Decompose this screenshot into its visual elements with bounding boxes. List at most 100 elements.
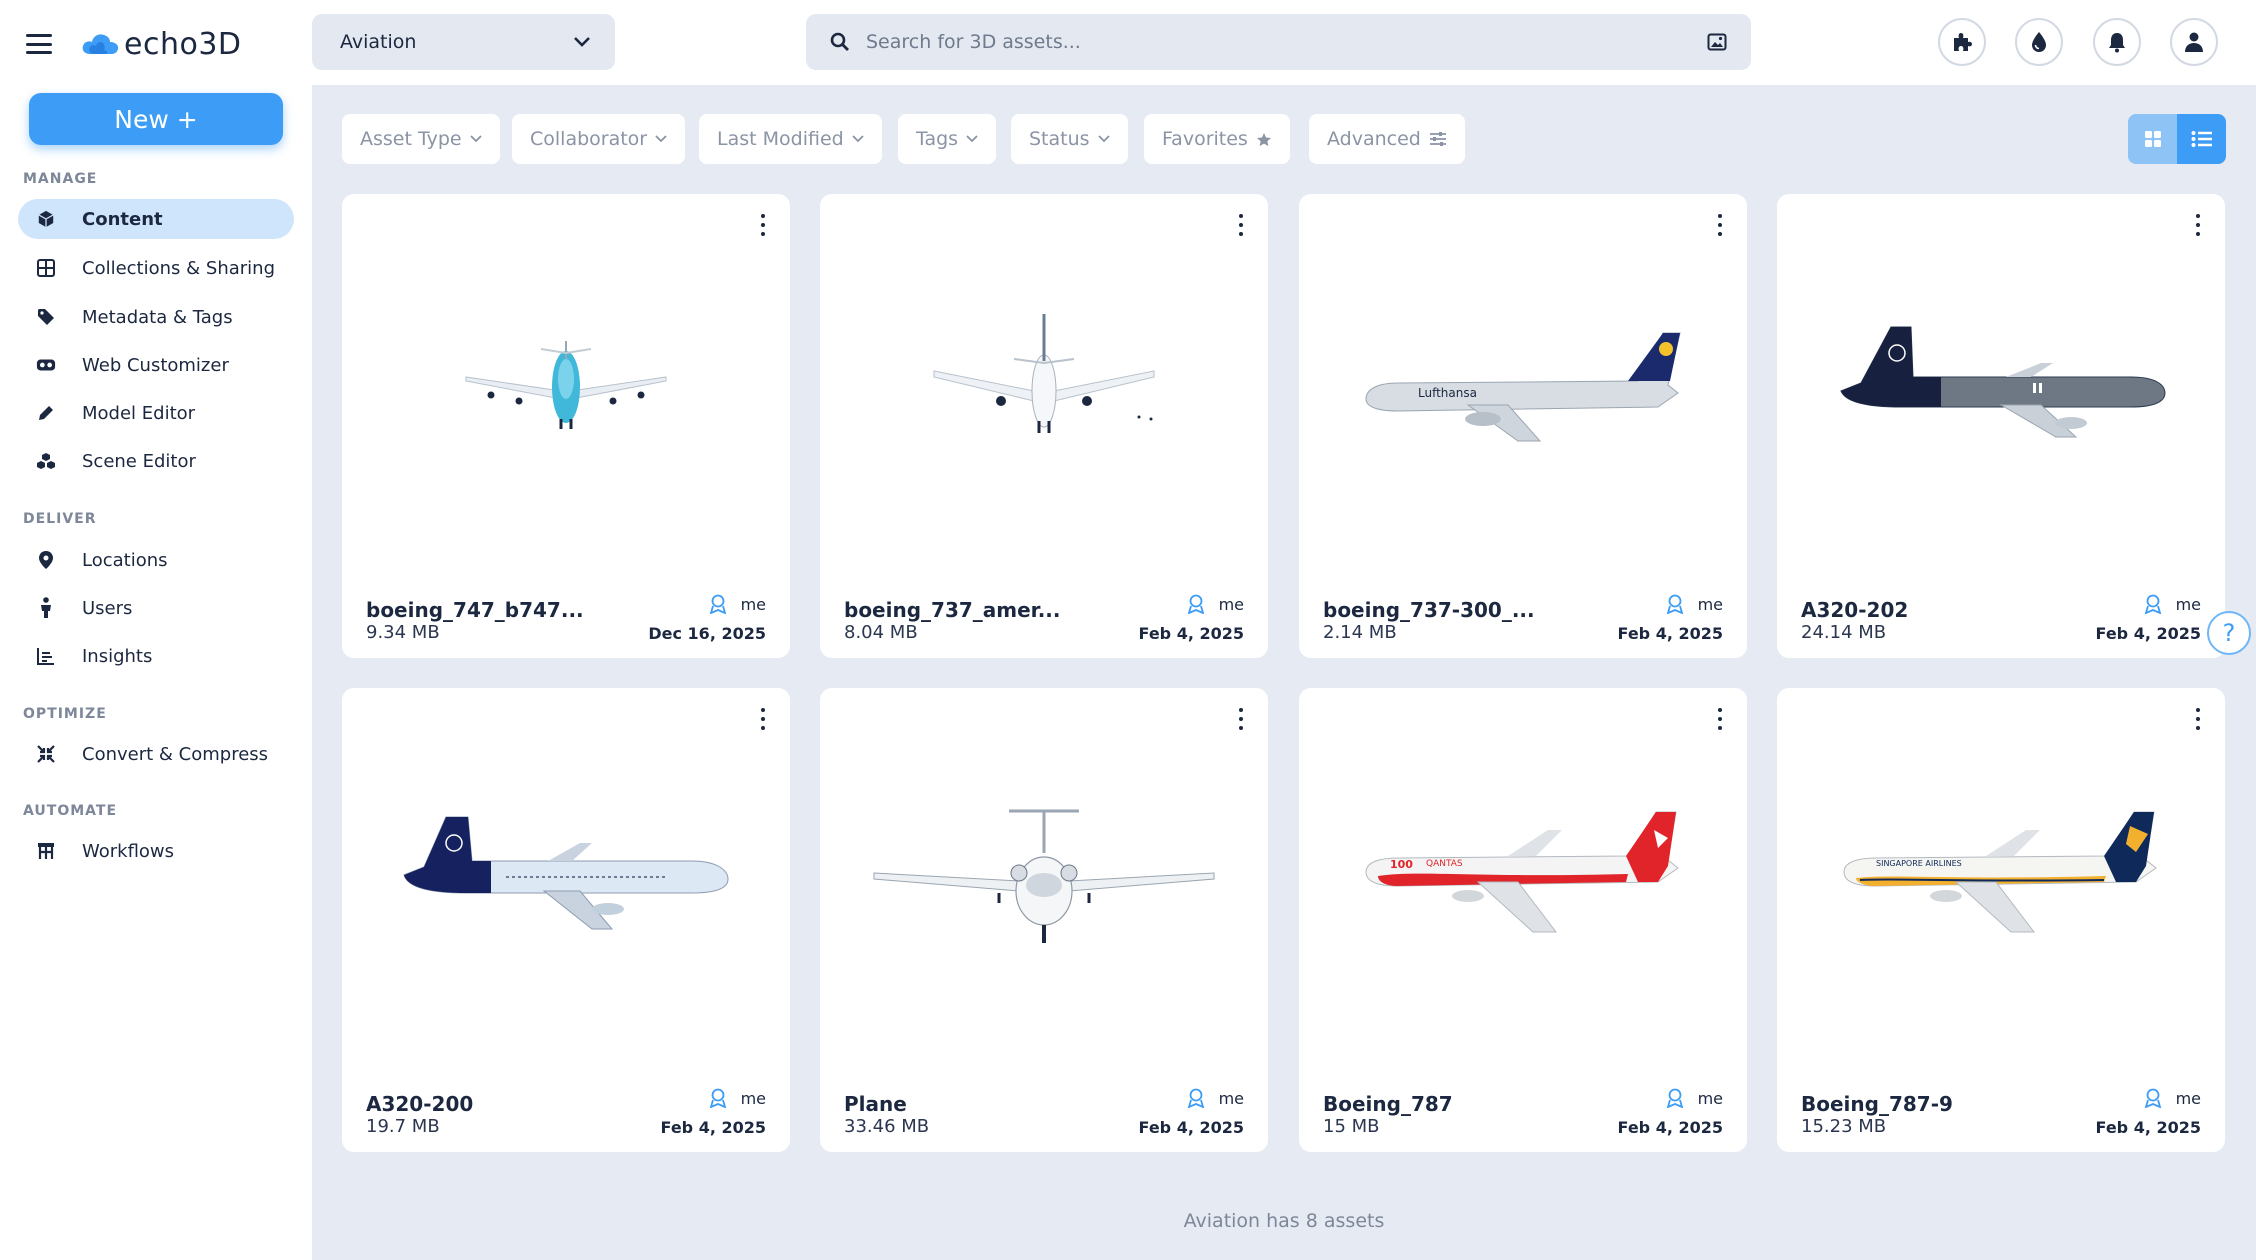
map-pin-icon bbox=[36, 550, 56, 570]
cube-icon bbox=[36, 209, 56, 229]
list-view-icon bbox=[2191, 131, 2212, 147]
asset-owner: me bbox=[1666, 1088, 1723, 1108]
asset-card[interactable]: boeing_737_amer... 8.04 MB me Feb 4, 202… bbox=[820, 194, 1268, 658]
image-search-icon[interactable] bbox=[1707, 33, 1727, 51]
view-toggle bbox=[2128, 114, 2226, 164]
airplane-side-view-icon: SINGAPORE AIRLINES bbox=[1843, 811, 2157, 933]
profile-button[interactable] bbox=[2170, 18, 2218, 66]
owner-icon bbox=[709, 594, 726, 614]
filter-favorites[interactable]: Favorites bbox=[1144, 114, 1290, 164]
asset-card[interactable]: SINGAPORE AIRLINES Boeing_787-9 15.23 MB… bbox=[1777, 688, 2225, 1152]
filter-advanced[interactable]: Advanced bbox=[1309, 114, 1465, 164]
plugins-button[interactable] bbox=[1938, 18, 1986, 66]
asset-card[interactable]: Lufthansa boeing_737-300_... 2.14 MB me … bbox=[1299, 194, 1747, 658]
asset-card[interactable]: 100 QANTAS Boeing_787 15 MB me Feb 4, 20… bbox=[1299, 688, 1747, 1152]
owner-icon bbox=[2144, 1088, 2161, 1108]
asset-card[interactable]: A320-202 24.14 MB me Feb 4, 2025 bbox=[1777, 194, 2225, 658]
asset-count-text: Aviation has 8 assets bbox=[1183, 1210, 1385, 1232]
sidebar-item-content[interactable]: Content bbox=[18, 199, 294, 239]
filter-tags[interactable]: Tags bbox=[898, 114, 997, 164]
sidebar-item-label: Metadata & Tags bbox=[82, 306, 233, 328]
filter-asset-type[interactable]: Asset Type bbox=[342, 114, 500, 164]
section-label-manage: MANAGE bbox=[23, 171, 98, 187]
sidebar-item-collections[interactable]: Collections & Sharing bbox=[18, 248, 294, 288]
section-label-deliver: DELIVER bbox=[23, 511, 97, 527]
asset-thumbnail bbox=[1801, 264, 2201, 504]
airplane-side-view-icon bbox=[1840, 326, 2166, 438]
airplane-side-view-icon: Lufthansa bbox=[1365, 332, 1681, 442]
asset-card[interactable]: boeing_747_b747... 9.34 MB me Dec 16, 20… bbox=[342, 194, 790, 658]
more-options-icon[interactable] bbox=[2193, 214, 2203, 236]
chevron-down-icon bbox=[655, 135, 667, 143]
asset-size: 9.34 MB bbox=[366, 622, 440, 643]
filter-collaborator[interactable]: Collaborator bbox=[512, 114, 686, 164]
asset-name: Boeing_787-9 bbox=[1801, 1092, 1953, 1116]
asset-owner: me bbox=[1666, 594, 1723, 614]
sidebar-item-web-customizer[interactable]: Web Customizer bbox=[18, 345, 294, 385]
more-options-icon[interactable] bbox=[1236, 214, 1246, 236]
grid-view-icon bbox=[2144, 131, 2161, 147]
sidebar-item-convert-compress[interactable]: Convert & Compress bbox=[18, 734, 294, 774]
sidebar-item-label: Locations bbox=[82, 549, 168, 571]
asset-name: boeing_747_b747... bbox=[366, 598, 584, 622]
puzzle-icon bbox=[1954, 33, 1972, 51]
more-options-icon[interactable] bbox=[2193, 708, 2203, 730]
filter-status[interactable]: Status bbox=[1011, 114, 1128, 164]
notifications-button[interactable] bbox=[2093, 18, 2141, 66]
asset-size: 24.14 MB bbox=[1801, 622, 1887, 643]
search-icon bbox=[830, 32, 849, 51]
list-view-button[interactable] bbox=[2177, 114, 2226, 164]
svg-text:100: 100 bbox=[1390, 858, 1413, 871]
sidebar-item-metadata[interactable]: Metadata & Tags bbox=[18, 297, 294, 337]
chevron-down-icon bbox=[574, 37, 590, 47]
sidebar-item-workflows[interactable]: Workflows bbox=[18, 831, 294, 871]
owner-name: me bbox=[2175, 594, 2201, 614]
new-button[interactable]: New + bbox=[29, 93, 283, 145]
logo[interactable]: echo3D bbox=[80, 27, 242, 62]
asset-card[interactable]: Plane 33.46 MB me Feb 4, 2025 bbox=[820, 688, 1268, 1152]
sidebar-item-insights[interactable]: Insights bbox=[18, 636, 294, 676]
more-options-icon[interactable] bbox=[1715, 708, 1725, 730]
owner-icon bbox=[1666, 1088, 1683, 1108]
owner-name: me bbox=[1697, 594, 1723, 614]
sidebar-item-label: Model Editor bbox=[82, 402, 196, 424]
asset-size: 19.7 MB bbox=[366, 1116, 440, 1137]
asset-name: A320-200 bbox=[366, 1092, 474, 1116]
sidebar-item-scene-editor[interactable]: Scene Editor bbox=[18, 441, 294, 481]
search-input[interactable]: Search for 3D assets... bbox=[866, 31, 1707, 53]
airplane-side-view-icon bbox=[403, 816, 729, 930]
asset-date: Dec 16, 2025 bbox=[648, 624, 766, 643]
more-options-icon[interactable] bbox=[1236, 708, 1246, 730]
more-options-icon[interactable] bbox=[1715, 214, 1725, 236]
chevron-down-icon bbox=[852, 135, 864, 143]
menu-icon[interactable] bbox=[26, 34, 52, 54]
sidebar-item-users[interactable]: Users bbox=[18, 588, 294, 628]
owner-icon bbox=[1666, 594, 1683, 614]
asset-card[interactable]: A320-200 19.7 MB me Feb 4, 2025 bbox=[342, 688, 790, 1152]
help-button[interactable]: ? bbox=[2207, 611, 2251, 655]
asset-name: A320-202 bbox=[1801, 598, 1909, 622]
sidebar-item-locations[interactable]: Locations bbox=[18, 540, 294, 580]
more-options-icon[interactable] bbox=[758, 708, 768, 730]
grid-view-button[interactable] bbox=[2128, 114, 2177, 164]
more-options-icon[interactable] bbox=[758, 214, 768, 236]
tag-icon bbox=[36, 307, 56, 327]
owner-name: me bbox=[740, 594, 766, 614]
airplane-front-view-icon bbox=[873, 809, 1215, 943]
asset-owner: me bbox=[709, 1088, 766, 1108]
filter-last-modified[interactable]: Last Modified bbox=[699, 114, 882, 164]
brand-bar: echo3D bbox=[26, 24, 242, 64]
asset-name: Boeing_787 bbox=[1323, 1092, 1453, 1116]
bell-icon bbox=[2109, 33, 2125, 53]
owner-icon bbox=[709, 1088, 726, 1108]
sidebar-item-model-editor[interactable]: Model Editor bbox=[18, 393, 294, 433]
sidebar-item-label: Scene Editor bbox=[82, 450, 196, 472]
workflow-icon bbox=[36, 841, 56, 861]
theme-button[interactable] bbox=[2015, 18, 2063, 66]
chevron-down-icon bbox=[469, 135, 482, 143]
collection-select[interactable]: Aviation bbox=[312, 14, 615, 70]
search-bar[interactable]: Search for 3D assets... bbox=[806, 14, 1751, 70]
asset-date: Feb 4, 2025 bbox=[1138, 1118, 1244, 1137]
chevron-down-icon bbox=[966, 135, 978, 143]
asset-size: 33.46 MB bbox=[844, 1116, 930, 1137]
